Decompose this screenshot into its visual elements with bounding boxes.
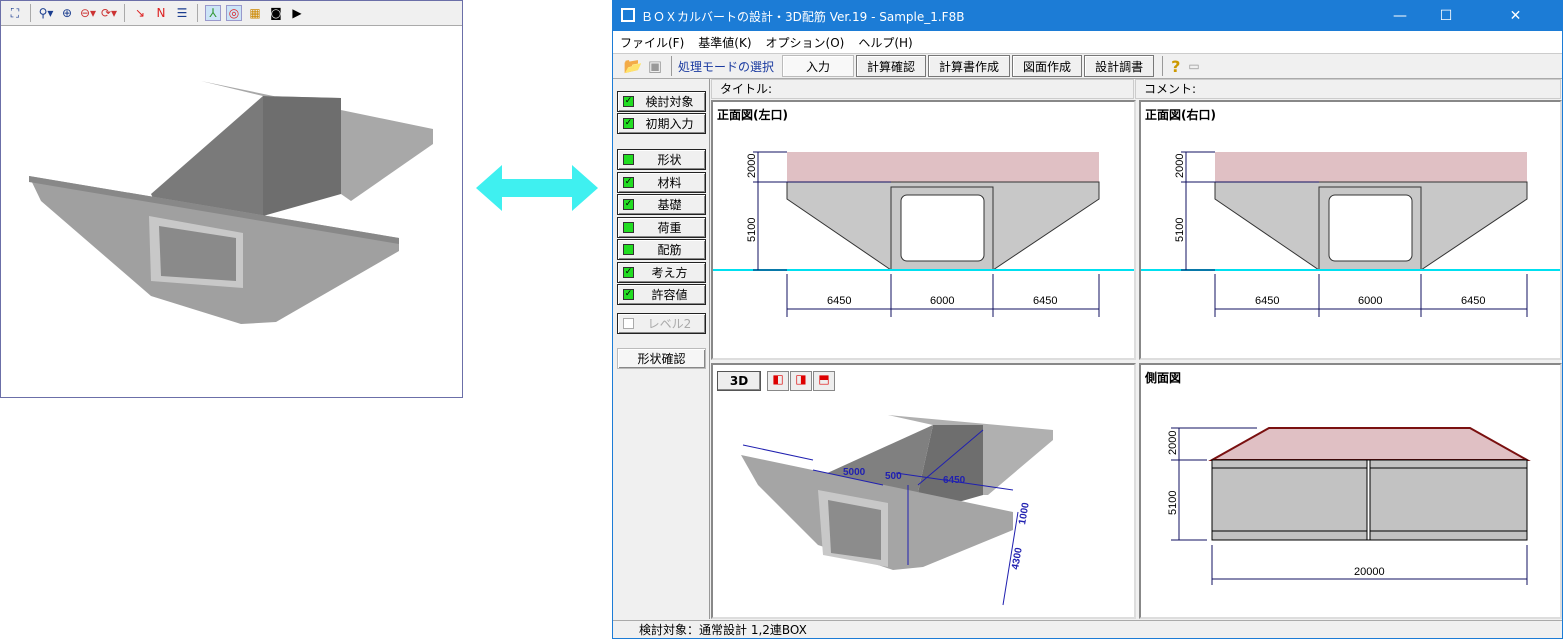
nav-item[interactable]: ✓ 基礎 [617, 194, 706, 215]
title-bar: ＢＯＸカルバートの設計・3D配筋 Ver.19 - Sample_1.F8B —… [613, 1, 1562, 31]
3d-viewer-window: ⛶ ⚲▾ ⊕ ⊖▾ ⟳▾ ↘ N ☰ ⅄ ◎ ▦ ◙ ▶ [0, 0, 463, 398]
comment-field[interactable]: コメント: [1135, 79, 1561, 99]
front-view-right-pane[interactable]: 正面図(右口) 2000 5100 6450 6000 6450 [1139, 100, 1562, 360]
open-folder-icon[interactable]: 📂 [623, 57, 643, 75]
zoom-out-binoculars-icon[interactable]: ⊖▾ [80, 5, 96, 21]
maximize-button[interactable]: ☐ [1423, 1, 1469, 31]
bidirectional-arrow-icon [476, 165, 598, 211]
dim-label: 2000 [1167, 431, 1179, 455]
nav-item[interactable]: ✓ 許容値 [617, 284, 706, 305]
video-icon[interactable]: ▶ [289, 5, 305, 21]
menu-help[interactable]: ヘルプ(H) [851, 34, 919, 51]
mode-select-label: 処理モードの選択 [678, 59, 775, 74]
mode-report-button[interactable]: 計算書作成 [928, 55, 1011, 77]
shape-check-button[interactable]: 形状確認 [617, 348, 706, 369]
checkbox-icon: ✓ [623, 176, 634, 188]
nav-initial-input[interactable]: ✓ 初期入力 [617, 113, 706, 134]
menu-file[interactable]: ファイル(F) [613, 34, 691, 51]
input-nav-panel: ✓ 検討対象 ✓ 初期入力 形状 ✓ 材料 ✓ 基礎 荷重 配筋 ✓ 考え方 ✓ 許容値 レベル2 形状… [613, 79, 710, 619]
checkbox-icon [623, 244, 634, 255]
side-view-drawing: 2000 5100 20000 [1167, 427, 1531, 585]
nav-item[interactable]: ✓ 材料 [617, 171, 706, 193]
dim-label: 6000 [930, 295, 954, 307]
dim-label: 6000 [1358, 295, 1382, 307]
nav-item[interactable]: 形状 [617, 149, 706, 170]
minimize-button[interactable]: — [1377, 1, 1423, 31]
nav-item[interactable]: ✓ 考え方 [617, 261, 706, 283]
mode-drawing-button[interactable]: 図面作成 [1012, 55, 1083, 77]
checkbox-icon: ✓ [623, 289, 634, 300]
message-icon[interactable]: ▭ [1188, 59, 1199, 73]
mode-calc-check-button[interactable]: 計算確認 [856, 55, 927, 77]
front-view-drawing: 2000 5100 6450 6000 6450 [1141, 151, 1560, 317]
title-field[interactable]: タイトル: [711, 79, 1134, 99]
checkbox-icon: ✓ [623, 199, 634, 210]
nav-item[interactable]: 配筋 [617, 239, 706, 260]
menu-standards[interactable]: 基準値(K) [691, 34, 758, 51]
fit-view-icon[interactable]: ⛶ [7, 5, 23, 21]
checkbox-icon [623, 221, 634, 233]
nav-target[interactable]: ✓ 検討対象 [617, 91, 706, 112]
front-view-drawing: 2000 5100 6450 6000 6450 [713, 151, 1134, 317]
window-title: ＢＯＸカルバートの設計・3D配筋 Ver.19 - Sample_1.F8B [641, 9, 965, 24]
view-front-cube-icon[interactable]: ◧ [767, 371, 789, 391]
app-icon [621, 8, 635, 22]
status-bar: 検討対象：通常設計 1,2連BOX [613, 620, 1562, 639]
checkbox-icon: ✓ [623, 118, 634, 129]
dim-label: 5100 [1167, 491, 1179, 515]
dim-label: 6450 [943, 475, 966, 486]
side-view-pane[interactable]: 側面図 2000 5100 20000 [1139, 363, 1562, 619]
front-view-left-pane[interactable]: 正面図(左口) 2000 5100 6450 6000 6450 [711, 100, 1136, 360]
edge-icon[interactable]: N [153, 5, 169, 21]
checkbox-icon: ✓ [623, 266, 634, 278]
dim-label: 2000 [746, 154, 758, 178]
3d-model-drawing[interactable]: 5000 500 6450 1000 4300 [713, 395, 1134, 617]
target-icon[interactable]: ◎ [226, 5, 242, 21]
nav-item[interactable]: 荷重 [617, 216, 706, 238]
dim-label: 6450 [1461, 295, 1485, 307]
zoom-in-binoculars-icon[interactable]: ⊕ [59, 5, 75, 21]
menu-bar: ファイル(F) 基準値(K) オプション(O) ヘルプ(H) [613, 31, 1562, 53]
3d-view-pane[interactable]: 3D ◧ ◨ ⬒ 5000 500 6450 1000 4300 [711, 363, 1136, 619]
dim-label: 6450 [1255, 295, 1279, 307]
3d-culvert-model[interactable] [1, 26, 462, 397]
box-opening [1328, 194, 1413, 262]
binoculars-icon[interactable]: ⚲▾ [38, 5, 54, 21]
mode-input-button[interactable]: 入力 [782, 55, 855, 77]
dim-label: 6450 [1033, 295, 1057, 307]
help-icon[interactable]: ? [1171, 57, 1180, 76]
dim-label: 5100 [746, 218, 758, 242]
checkbox-icon: ✓ [623, 96, 634, 107]
dim-label: 6450 [827, 295, 851, 307]
save-icon[interactable]: ▣ [645, 57, 665, 75]
align-icon[interactable]: ☰ [174, 5, 190, 21]
rotate-view-icon[interactable]: ⟳▾ [101, 5, 117, 21]
box-opening [900, 194, 985, 262]
toolbar: 📂 ▣ 処理モードの選択 入力 計算確認 計算書作成 図面作成 設計調書 ? ▭ [613, 53, 1562, 79]
app-window: ＢＯＸカルバートの設計・3D配筋 Ver.19 - Sample_1.F8B —… [612, 0, 1563, 639]
soil-cover [1215, 152, 1527, 182]
axis-toggle-icon[interactable]: ⅄ [205, 5, 221, 21]
dim-label: 5100 [1174, 218, 1186, 242]
soil-cover [787, 152, 1099, 182]
checkbox-icon [623, 154, 634, 165]
dim-label: 500 [885, 471, 902, 482]
close-button[interactable]: ✕ [1469, 1, 1562, 31]
camera-icon[interactable]: ◙ [268, 5, 284, 21]
dim-label: 1000 [1017, 501, 1032, 525]
checkbox-icon [623, 318, 634, 329]
3d-button[interactable]: 3D [717, 371, 761, 391]
dim-label: 5000 [843, 467, 866, 478]
view-top-cube-icon[interactable]: ⬒ [813, 371, 835, 391]
dim-label: 20000 [1354, 566, 1385, 578]
dim-label: 2000 [1174, 154, 1186, 178]
viewer-toolbar: ⛶ ⚲▾ ⊕ ⊖▾ ⟳▾ ↘ N ☰ ⅄ ◎ ▦ ◙ ▶ [1, 1, 462, 26]
nav-level2: レベル2 [617, 313, 706, 334]
mode-design-summary-button[interactable]: 設計調書 [1084, 55, 1155, 77]
menu-options[interactable]: オプション(O) [759, 34, 852, 51]
palette-icon[interactable]: ▦ [247, 5, 263, 21]
view-side-cube-icon[interactable]: ◨ [790, 371, 812, 391]
axis-point-icon[interactable]: ↘ [132, 5, 148, 21]
